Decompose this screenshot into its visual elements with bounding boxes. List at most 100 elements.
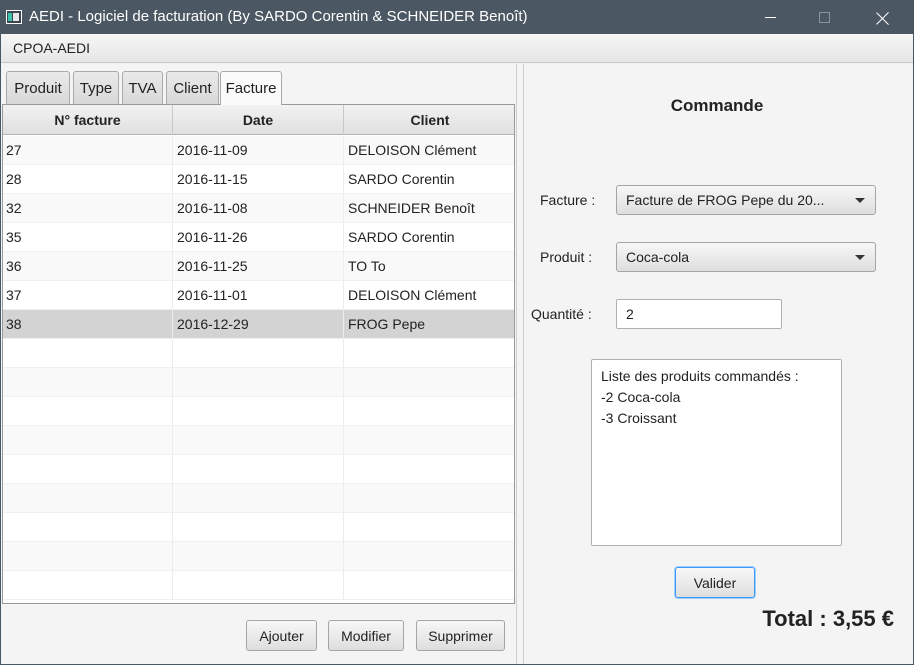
facture-select[interactable]: Facture de FROG Pepe du 20... bbox=[616, 185, 876, 215]
client-cell bbox=[344, 339, 514, 368]
date-cell: 2016-11-15 bbox=[173, 165, 344, 194]
num-facture-cell bbox=[3, 426, 173, 455]
num-facture-cell bbox=[3, 339, 173, 368]
table-row[interactable]: 36 2016-11-25 TO To bbox=[3, 252, 514, 281]
title-bar[interactable]: AEDI - Logiciel de facturation (By SARDO… bbox=[1, 1, 913, 34]
empty-table-row[interactable] bbox=[3, 484, 514, 513]
facture-label: Facture : bbox=[540, 192, 596, 208]
date-cell bbox=[173, 455, 344, 484]
supprimer-button[interactable]: Supprimer bbox=[416, 620, 505, 651]
empty-table-row[interactable] bbox=[3, 513, 514, 542]
column-header-date[interactable]: Date bbox=[173, 105, 344, 135]
textarea-line: -2 Coca-cola bbox=[601, 389, 681, 405]
facture-table[interactable]: N° facture Date Client 27 2016-11-09 DELOI… bbox=[2, 104, 515, 604]
textarea-line: -3 Croissant bbox=[601, 410, 677, 426]
table-row[interactable]: 38 2016-12-29 FROG Pepe bbox=[3, 310, 514, 339]
empty-table-row[interactable] bbox=[3, 368, 514, 397]
client-cell bbox=[344, 484, 514, 513]
empty-table-row[interactable] bbox=[3, 542, 514, 571]
date-cell bbox=[173, 339, 344, 368]
client-cell bbox=[344, 368, 514, 397]
client-cell bbox=[344, 542, 514, 571]
empty-table-row[interactable] bbox=[3, 397, 514, 426]
tab-type[interactable]: Type bbox=[73, 71, 119, 104]
empty-table-row[interactable] bbox=[3, 455, 514, 484]
app-window: AEDI - Logiciel de facturation (By SARDO… bbox=[0, 0, 914, 665]
table-row[interactable]: 37 2016-11-01 DELOISON Clément bbox=[3, 281, 514, 310]
facture-list-panel: Produit Type TVA Client Facture N° factu… bbox=[1, 64, 517, 664]
row-separator bbox=[3, 599, 514, 600]
client-cell: TO To bbox=[348, 258, 386, 274]
tab-produit[interactable]: Produit bbox=[6, 71, 70, 104]
date-cell: 2016-11-01 bbox=[173, 281, 344, 310]
num-facture-cell bbox=[3, 397, 173, 426]
chevron-down-icon bbox=[855, 255, 865, 260]
close-button[interactable] bbox=[860, 1, 906, 34]
valider-button[interactable]: Valider bbox=[675, 567, 755, 598]
num-facture-cell: 38 bbox=[3, 310, 173, 339]
num-facture-cell: 32 bbox=[3, 194, 173, 223]
produit-select[interactable]: Coca-cola bbox=[616, 242, 876, 272]
app-icon bbox=[6, 10, 22, 24]
client-cell bbox=[344, 571, 514, 600]
num-facture-cell bbox=[3, 368, 173, 397]
quantite-input[interactable]: 2 bbox=[616, 299, 782, 329]
facture-select-value: Facture de FROG Pepe du 20... bbox=[626, 192, 825, 208]
menu-item-cpoa-aedi[interactable]: CPOA-AEDI bbox=[13, 40, 90, 56]
modifier-button[interactable]: Modifier bbox=[328, 620, 404, 651]
table-row[interactable]: 35 2016-11-26 SARDO Corentin bbox=[3, 223, 514, 252]
tab-facture[interactable]: Facture bbox=[220, 71, 282, 105]
minimize-icon bbox=[764, 17, 776, 18]
num-facture-cell bbox=[3, 455, 173, 484]
num-facture-cell bbox=[3, 484, 173, 513]
num-facture-cell: 27 bbox=[3, 136, 173, 165]
table-header: N° facture Date Client bbox=[3, 105, 514, 135]
date-cell: 2016-11-26 bbox=[173, 223, 344, 252]
num-facture-cell bbox=[3, 542, 173, 571]
date-cell: 2016-11-25 bbox=[173, 252, 344, 281]
client-cell bbox=[344, 455, 514, 484]
table-body: 27 2016-11-09 DELOISON Clément 28 2016-11-15… bbox=[3, 136, 514, 603]
client-cell: DELOISON Clément bbox=[348, 142, 477, 158]
date-cell bbox=[173, 368, 344, 397]
column-header-client[interactable]: Client bbox=[344, 105, 514, 135]
chevron-down-icon bbox=[855, 198, 865, 203]
client-cell bbox=[344, 426, 514, 455]
empty-table-row[interactable] bbox=[3, 571, 514, 600]
table-row[interactable]: 28 2016-11-15 SARDO Corentin bbox=[3, 165, 514, 194]
minimize-button[interactable] bbox=[747, 1, 793, 34]
num-facture-cell: 36 bbox=[3, 252, 173, 281]
num-facture-cell: 28 bbox=[3, 165, 173, 194]
empty-table-row[interactable] bbox=[3, 426, 514, 455]
client-cell: SCHNEIDER Benoît bbox=[348, 200, 475, 216]
close-icon bbox=[876, 11, 890, 25]
date-cell bbox=[173, 426, 344, 455]
table-row[interactable]: 27 2016-11-09 DELOISON Clément bbox=[3, 136, 514, 165]
client-cell bbox=[344, 397, 514, 426]
maximize-button[interactable] bbox=[801, 1, 847, 34]
produit-select-value: Coca-cola bbox=[626, 249, 690, 265]
client-cell: SARDO Corentin bbox=[348, 229, 455, 245]
commande-title: Commande bbox=[670, 96, 764, 115]
date-cell bbox=[173, 571, 344, 600]
table-row[interactable]: 32 2016-11-08 SCHNEIDER Benoît bbox=[3, 194, 514, 223]
window-title: AEDI - Logiciel de facturation (By SARDO… bbox=[29, 8, 528, 25]
quantite-label: Quantité : bbox=[531, 306, 592, 322]
num-facture-cell: 37 bbox=[3, 281, 173, 310]
date-cell: 2016-11-08 bbox=[173, 194, 344, 223]
client-cell: DELOISON Clément bbox=[348, 287, 477, 303]
column-header-num-facture[interactable]: N° facture bbox=[3, 105, 173, 135]
num-facture-cell: 35 bbox=[3, 223, 173, 252]
produits-commandes-textarea[interactable]: Liste des produits commandés : -2 Coca-c… bbox=[591, 359, 842, 546]
tab-tva[interactable]: TVA bbox=[122, 71, 163, 104]
ajouter-button[interactable]: Ajouter bbox=[246, 620, 317, 651]
date-cell: 2016-11-09 bbox=[173, 136, 344, 165]
maximize-icon bbox=[818, 12, 830, 23]
empty-table-row[interactable] bbox=[3, 339, 514, 368]
date-cell bbox=[173, 484, 344, 513]
client-cell: SARDO Corentin bbox=[348, 171, 455, 187]
date-cell bbox=[173, 542, 344, 571]
tab-client[interactable]: Client bbox=[166, 71, 219, 104]
client-cell bbox=[344, 513, 514, 542]
commande-panel: Commande Facture : Facture de FROG Pepe … bbox=[523, 64, 913, 664]
